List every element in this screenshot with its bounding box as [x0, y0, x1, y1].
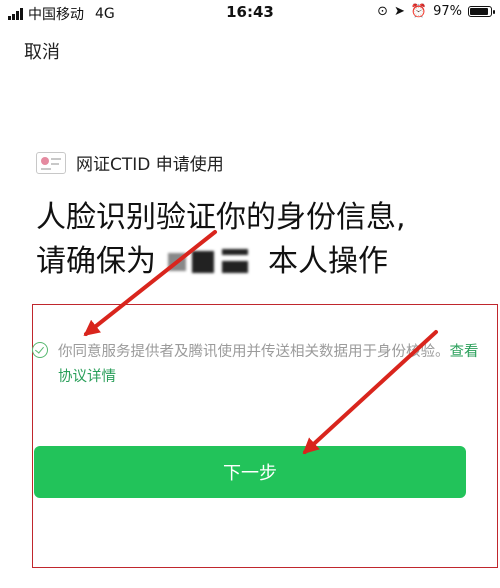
- app-info: 网证CTID 申请使用: [36, 150, 224, 175]
- agreement-text: 你同意服务提供者及腾讯使用并传送相关数据用于身份核验。: [58, 344, 450, 360]
- title-prefix: 请确保为: [36, 244, 156, 279]
- title-suffix: 本人操作: [268, 244, 388, 279]
- status-right: ⊙ ➤ ⏰ 97%: [377, 4, 495, 19]
- location-icon: ➤: [394, 4, 405, 19]
- agreement-text-block: 你同意服务提供者及腾讯使用并传送相关数据用于身份核验。查看协议详情: [58, 340, 482, 390]
- masked-name: [162, 247, 262, 275]
- battery-icon: [468, 6, 495, 17]
- agreement-row: 你同意服务提供者及腾讯使用并传送相关数据用于身份核验。查看协议详情: [32, 340, 482, 390]
- cancel-button[interactable]: 取消: [24, 38, 60, 64]
- title-line-2: 请确保为 本人操作: [36, 240, 476, 284]
- rotation-lock-icon: ⊙: [377, 4, 388, 19]
- agree-checkbox[interactable]: [32, 342, 48, 358]
- id-card-icon: [36, 151, 66, 174]
- next-button[interactable]: 下一步: [34, 446, 466, 498]
- app-name: 网证CTID 申请使用: [76, 155, 224, 175]
- title-line-1: 人脸识别验证你的身份信息,: [36, 200, 406, 235]
- page-title: 人脸识别验证你的身份信息, 请确保为 本人操作: [36, 196, 476, 284]
- status-bar: 中国移动 4G 16:43 ⊙ ➤ ⏰ 97%: [0, 0, 500, 26]
- battery-percent: 97%: [433, 4, 462, 19]
- alarm-icon: ⏰: [410, 4, 428, 19]
